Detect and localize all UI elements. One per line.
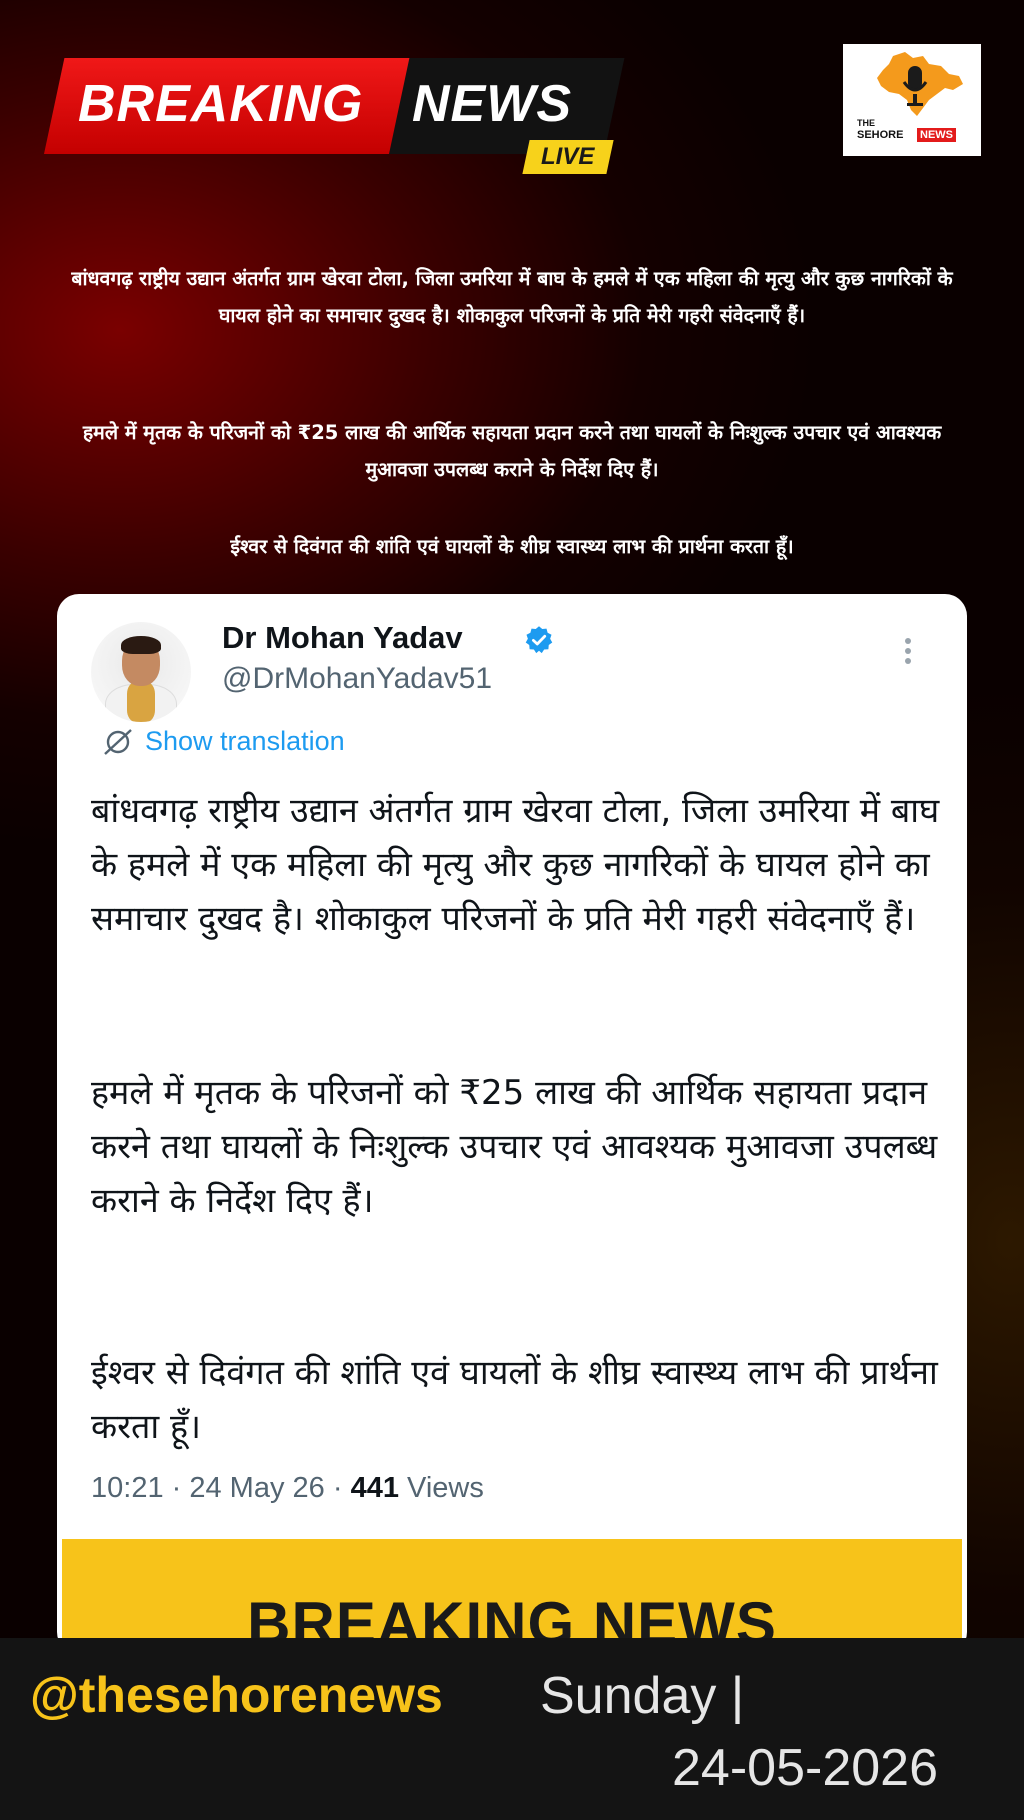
- footer-handle[interactable]: @thesehorenews: [30, 1666, 443, 1724]
- live-badge: LIVE: [522, 140, 614, 174]
- avatar[interactable]: [91, 622, 191, 722]
- tweet-text-paragraph-1: बांधवगढ़ राष्ट्रीय उद्यान अंतर्गत ग्राम …: [91, 791, 940, 939]
- tweet-card: Dr Mohan Yadav @DrMohanYadav51 Show tran…: [57, 594, 967, 1654]
- more-options-icon[interactable]: [905, 638, 915, 668]
- tweet-meta: 10:21 · 24 May 26 · 441 Views: [91, 1472, 484, 1504]
- live-label: LIVE: [541, 143, 595, 170]
- lead-paragraph-1: बांधवगढ़ राष्ट्रीय उद्यान अंतर्गत ग्राम …: [71, 267, 953, 327]
- tweet-author-handle[interactable]: @DrMohanYadav51: [222, 662, 492, 696]
- tweet-views-label: Views: [407, 1472, 484, 1504]
- tweet-views-count[interactable]: 441: [351, 1472, 399, 1504]
- show-translation-label: Show translation: [145, 726, 345, 756]
- logo-text-the: THE: [857, 118, 875, 128]
- footer-date: 24-05-2026: [672, 1739, 938, 1797]
- banner-word-breaking: BREAKING: [78, 75, 364, 133]
- logo-news-badge: NEWS: [917, 128, 956, 142]
- lead-paragraph-2: हमले में मृतक के परिजनों को ₹25 लाख की आ…: [82, 421, 942, 481]
- india-map-microphone-icon: [877, 52, 963, 116]
- logo-text-sehore: SEHORE: [857, 129, 904, 141]
- tweet-text-paragraph-2: हमले में मृतक के परिजनों को ₹25 लाख की आ…: [91, 1073, 938, 1221]
- footer-day: Sunday |: [540, 1667, 745, 1725]
- translate-icon: [104, 728, 132, 755]
- verified-badge-icon: [525, 626, 553, 654]
- show-translation-link[interactable]: Show translation: [101, 726, 345, 757]
- tweet-author-name[interactable]: Dr Mohan Yadav: [222, 620, 463, 656]
- breaking-news-strip: BREAKING NEWS: [62, 1539, 962, 1654]
- footer-bar: @thesehorenews Sunday | 24-05-2026: [0, 1638, 1024, 1820]
- banner-word-news: NEWS: [412, 75, 572, 133]
- sehore-news-logo: THE SEHORE NEWS: [843, 44, 981, 156]
- tweet-text-paragraph-3: ईश्वर से दिवंगत की शांति एवं घायलों के श…: [91, 1353, 938, 1447]
- lead-paragraph-3: ईश्वर से दिवंगत की शांति एवं घायलों के श…: [230, 535, 794, 558]
- tweet-date: 24 May 26: [189, 1472, 325, 1504]
- breaking-news-banner: BREAKING NEWS LIVE: [44, 56, 625, 176]
- tweet-time: 10:21: [91, 1472, 164, 1504]
